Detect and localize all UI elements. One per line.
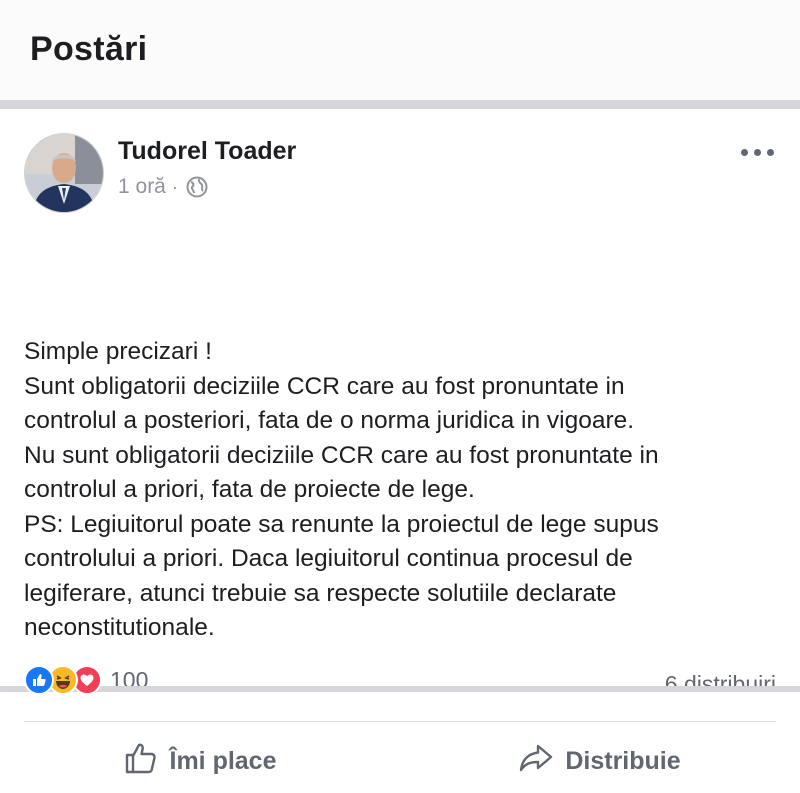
post-header: Tudorel Toader 1 oră · xyxy=(0,109,800,213)
page-title: Postări xyxy=(30,30,148,68)
post-text-line: controlul a posteriori, fata de o norma … xyxy=(24,407,635,434)
post-text-line: PS: Legiuitorul poate sa renunte la proi… xyxy=(24,510,659,538)
post-text-line: controlul a priori, fata de proiecte de … xyxy=(24,476,475,503)
post-text-line: Sunt obligatorii deciziile CCR care au f… xyxy=(24,372,625,400)
share-button-label: Distribuie xyxy=(565,746,681,775)
avatar[interactable] xyxy=(24,133,104,213)
actions-divider xyxy=(24,721,776,722)
section-divider xyxy=(0,100,800,109)
post-text-line: legiferare, atunci trebuie sa respecte s… xyxy=(24,579,617,607)
post-card: Tudorel Toader 1 oră · Simple precizari … xyxy=(0,109,800,775)
bottom-divider xyxy=(0,686,800,692)
meta-separator: · xyxy=(171,176,178,197)
post-text-line: Simple precizari ! xyxy=(24,338,212,365)
post-text: Simple precizari ! Sunt obligatorii deci… xyxy=(24,335,784,646)
more-dots-icon[interactable] xyxy=(741,149,774,156)
share-count[interactable]: 6 distribuiri xyxy=(665,671,776,698)
like-button-label: Îmi place xyxy=(169,746,277,775)
post-text-line: neconstitutionale. xyxy=(24,614,215,641)
thumbs-up-icon xyxy=(124,741,158,782)
like-reaction-icon xyxy=(24,665,54,695)
post-meta: 1 oră · xyxy=(118,175,208,199)
share-arrow-icon xyxy=(519,743,553,780)
globe-icon xyxy=(186,176,208,198)
post-time[interactable]: 1 oră xyxy=(118,175,166,199)
share-button[interactable]: Distribuie xyxy=(400,729,800,793)
post-text-line: Nu sunt obligatorii deciziile CCR care a… xyxy=(24,441,659,469)
author-name[interactable]: Tudorel Toader xyxy=(118,137,296,166)
like-button[interactable]: Îmi place xyxy=(0,729,400,793)
post-actions: Îmi place Distribuie xyxy=(0,729,800,793)
post-text-line: controlului a priori. Daca legiuitorul c… xyxy=(24,545,633,572)
page-header: Postări xyxy=(0,0,800,100)
